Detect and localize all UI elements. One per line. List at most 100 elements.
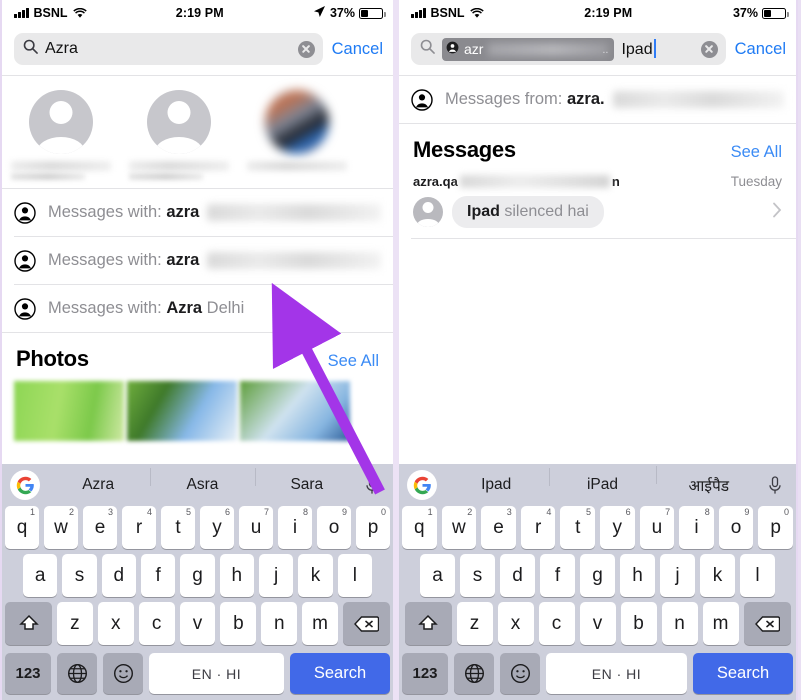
key-s[interactable]: s — [62, 554, 97, 597]
key-a[interactable]: a — [420, 554, 455, 597]
photo-thumbnail[interactable] — [240, 381, 350, 441]
photo-thumbnail[interactable] — [14, 381, 124, 441]
result-row-messages-from[interactable]: Messages from: azra. — [399, 76, 796, 123]
key-x[interactable]: x — [497, 602, 534, 645]
suggestion-chip[interactable]: Azra — [46, 476, 150, 494]
chevron-right-icon[interactable] — [772, 202, 782, 223]
emoji-icon[interactable] — [103, 653, 143, 694]
key-y[interactable]: 6y — [600, 506, 635, 549]
suggestion-chip[interactable]: Ipad — [443, 476, 549, 494]
key-k[interactable]: k — [298, 554, 333, 597]
emoji-icon[interactable] — [500, 653, 540, 694]
key-c[interactable]: c — [138, 602, 175, 645]
key-h[interactable]: h — [219, 554, 254, 597]
key-j[interactable]: j — [258, 554, 294, 597]
key-t[interactable]: 5t — [560, 506, 595, 549]
key-b[interactable]: b — [220, 602, 257, 645]
key-n[interactable]: n — [661, 602, 698, 645]
search-key[interactable]: Search — [693, 653, 793, 694]
contact-token-chip[interactable]: azr .. — [442, 37, 615, 61]
key-q[interactable]: 1q — [402, 506, 437, 549]
key-z[interactable]: z — [57, 602, 93, 645]
contact-suggestion[interactable] — [120, 90, 238, 180]
contact-name-redacted — [11, 161, 111, 171]
cancel-button[interactable]: Cancel — [332, 40, 383, 59]
see-all-link[interactable]: See All — [328, 352, 379, 371]
message-result-row[interactable]: Ipad silenced hai — [399, 193, 796, 238]
key-d[interactable]: d — [500, 554, 535, 597]
key-v[interactable]: v — [579, 602, 616, 645]
key-m[interactable]: m — [302, 602, 339, 645]
key-s[interactable]: s — [460, 554, 495, 597]
numbers-key[interactable]: 123 — [402, 653, 448, 694]
key-i[interactable]: 8i — [278, 506, 312, 549]
key-e[interactable]: 3e — [481, 506, 516, 549]
result-row-messages-with[interactable]: Messages with: azra — [2, 189, 393, 236]
key-c[interactable]: c — [538, 602, 575, 645]
backspace-key-icon[interactable] — [743, 602, 791, 645]
key-o[interactable]: 9o — [317, 506, 351, 549]
result-row-messages-with-azra-delhi[interactable]: Messages with: Azra Delhi — [2, 285, 393, 332]
globe-language-icon[interactable] — [57, 653, 97, 694]
microphone-icon[interactable] — [762, 475, 788, 495]
microphone-icon[interactable] — [359, 475, 385, 495]
key-o[interactable]: 9o — [718, 506, 754, 549]
see-all-link[interactable]: See All — [731, 143, 782, 162]
key-b[interactable]: b — [620, 602, 657, 645]
shift-key-icon[interactable] — [404, 602, 452, 645]
photo-thumbnail[interactable] — [127, 381, 237, 441]
search-input[interactable]: azr .. Ipad — [411, 33, 726, 65]
key-x[interactable]: x — [97, 602, 134, 645]
clear-text-icon[interactable] — [700, 40, 718, 58]
space-key[interactable]: EN · HI — [546, 653, 687, 694]
cancel-button[interactable]: Cancel — [735, 40, 786, 59]
suggestion-chip[interactable]: Asra — [150, 468, 254, 494]
key-w[interactable]: 2w — [441, 506, 477, 549]
key-h[interactable]: h — [620, 554, 655, 597]
key-t[interactable]: 5t — [161, 506, 195, 549]
key-n[interactable]: n — [261, 602, 298, 645]
key-u[interactable]: 7u — [239, 506, 273, 549]
contact-name-redacted — [129, 161, 229, 171]
backspace-key-icon[interactable] — [343, 602, 391, 645]
contact-suggestion[interactable] — [238, 90, 356, 180]
suggestion-chip[interactable]: iPad — [549, 468, 655, 494]
key-u[interactable]: 7u — [639, 506, 675, 549]
key-f[interactable]: f — [141, 554, 176, 597]
key-p[interactable]: 0p — [356, 506, 390, 549]
google-logo-icon[interactable] — [407, 470, 437, 500]
google-logo-icon[interactable] — [10, 470, 40, 500]
key-g[interactable]: g — [580, 554, 615, 597]
key-i[interactable]: 8i — [679, 506, 714, 549]
key-l[interactable]: l — [740, 554, 775, 597]
key-l[interactable]: l — [337, 554, 372, 597]
key-m[interactable]: m — [702, 602, 739, 645]
suggestion-chip[interactable]: Sara — [254, 468, 359, 494]
key-d[interactable]: d — [101, 554, 136, 597]
contact-suggestion[interactable] — [2, 90, 120, 180]
numbers-key[interactable]: 123 — [5, 653, 51, 694]
key-j[interactable]: j — [660, 554, 695, 597]
clear-text-icon[interactable] — [297, 40, 315, 58]
result-row-messages-with[interactable]: Messages with: azra — [2, 237, 393, 284]
shift-key-icon[interactable] — [5, 602, 52, 645]
key-q[interactable]: 1q — [5, 506, 39, 549]
globe-language-icon[interactable] — [454, 653, 494, 694]
key-y[interactable]: 6y — [200, 506, 234, 549]
key-w[interactable]: 2w — [44, 506, 78, 549]
suggestion-chip[interactable]: आईपैड — [655, 466, 762, 496]
key-v[interactable]: v — [179, 602, 216, 645]
key-z[interactable]: z — [456, 602, 493, 645]
space-key[interactable]: EN · HI — [149, 653, 284, 694]
key-f[interactable]: f — [540, 554, 575, 597]
key-a[interactable]: a — [23, 554, 58, 597]
key-p[interactable]: 0p — [758, 506, 793, 549]
key-k[interactable]: k — [700, 554, 735, 597]
key-r[interactable]: 4r — [520, 506, 556, 549]
key-r[interactable]: 4r — [122, 506, 156, 549]
key-e[interactable]: 3e — [83, 506, 117, 549]
search-key[interactable]: Search — [290, 653, 390, 694]
search-input[interactable]: Azra — [14, 33, 323, 65]
page-title: Messages — [413, 137, 516, 162]
key-g[interactable]: g — [180, 554, 215, 597]
